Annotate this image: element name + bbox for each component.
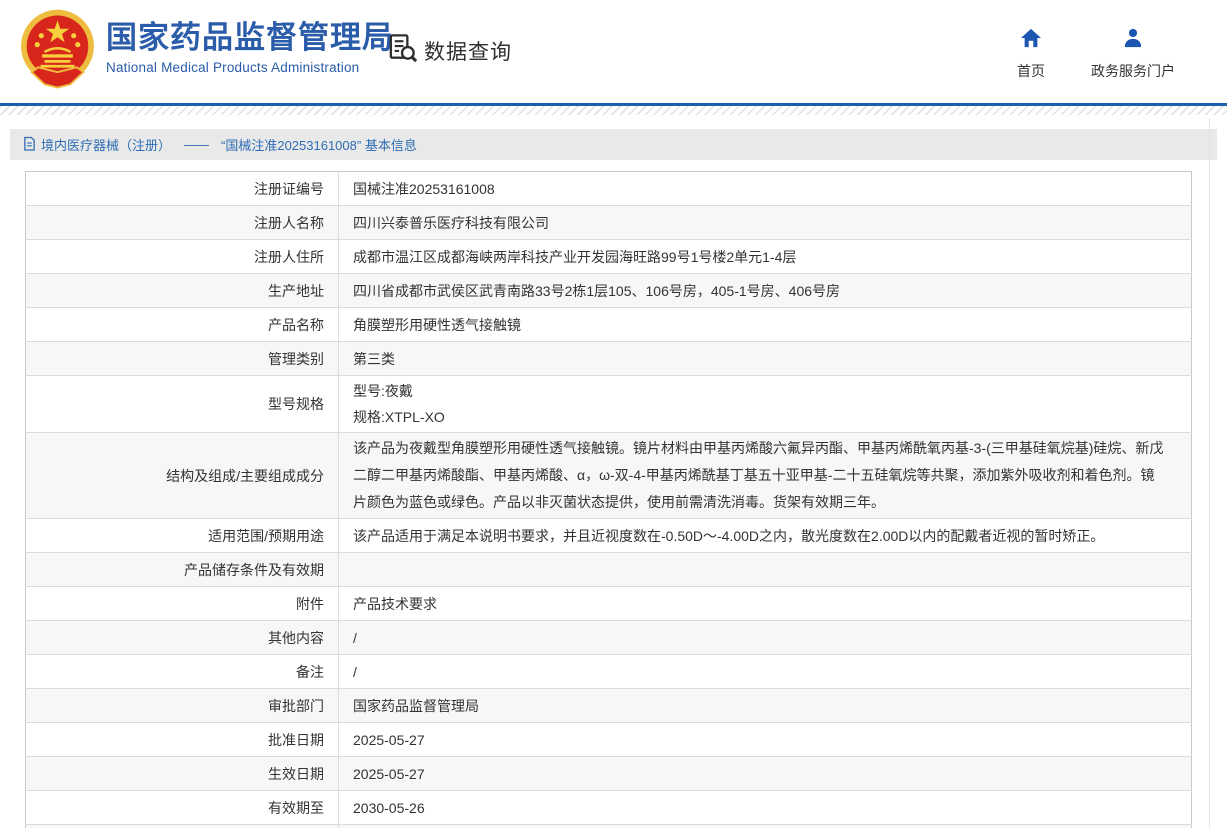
table-row: 注册人名称 四川兴泰普乐医疗科技有限公司 — [26, 206, 1192, 240]
table-row-partial — [26, 825, 1192, 828]
row-label: 批准日期 — [26, 723, 339, 757]
file-icon — [23, 136, 36, 154]
row-label: 附件 — [26, 587, 339, 621]
row-label: 有效期至 — [26, 791, 339, 825]
breadcrumb: 境内医疗器械（注册） —— “国械注准20253161008” 基本信息 — [10, 129, 1217, 160]
row-label: 产品名称 — [26, 308, 339, 342]
row-value: 四川省成都市武侯区武青南路33号2栋1层105、106号房，405-1号房、40… — [339, 274, 1192, 308]
row-label: 审批部门 — [26, 689, 339, 723]
site-title: 国家药品监督管理局 — [106, 21, 394, 55]
table-row: 产品名称 角膜塑形用硬性透气接触镜 — [26, 308, 1192, 342]
top-nav: 首页 政务服务门户 — [1017, 28, 1175, 81]
user-icon — [1122, 28, 1144, 53]
table-row: 备注 / — [26, 655, 1192, 689]
row-value: 国家药品监督管理局 — [339, 689, 1192, 723]
hatch-stripe — [0, 106, 1227, 115]
row-value: 该产品适用于满足本说明书要求，并且近视度数在-0.50D～-4.00D之内，散光… — [339, 519, 1192, 553]
table-row: 其他内容 / — [26, 621, 1192, 655]
row-label: 备注 — [26, 655, 339, 689]
row-value: 2025-05-27 — [339, 757, 1192, 791]
breadcrumb-category[interactable]: 境内医疗器械（注册） — [41, 135, 171, 154]
row-value: 国械注准20253161008 — [339, 172, 1192, 206]
row-label: 产品储存条件及有效期 — [26, 553, 339, 587]
breadcrumb-separator: —— — [184, 137, 208, 152]
row-value: 型号:夜戴 规格:XTPL-XO — [339, 376, 1192, 433]
table-row: 产品储存条件及有效期 — [26, 553, 1192, 587]
home-icon — [1020, 28, 1042, 53]
content-edge-line — [1209, 118, 1210, 828]
nav-service-portal[interactable]: 政务服务门户 — [1091, 28, 1175, 81]
row-value: 角膜塑形用硬性透气接触镜 — [339, 308, 1192, 342]
table-row: 管理类别 第三类 — [26, 342, 1192, 376]
document-search-icon — [386, 32, 419, 70]
row-value: 产品技术要求 — [339, 587, 1192, 621]
nav-home[interactable]: 首页 — [1017, 28, 1045, 81]
row-label: 生效日期 — [26, 757, 339, 791]
row-label: 注册人住所 — [26, 240, 339, 274]
row-label: 注册人名称 — [26, 206, 339, 240]
row-value: 2030-05-26 — [339, 791, 1192, 825]
site-title-block: 国家药品监督管理局 National Medical Products Admi… — [106, 21, 394, 75]
table-row: 注册证编号 国械注准20253161008 — [26, 172, 1192, 206]
registration-info-table: 注册证编号 国械注准20253161008 注册人名称 四川兴泰普乐医疗科技有限… — [25, 171, 1192, 828]
row-label: 管理类别 — [26, 342, 339, 376]
row-label: 生产地址 — [26, 274, 339, 308]
page-header: 国家药品监督管理局 National Medical Products Admi… — [0, 0, 1227, 103]
table-row: 审批部门 国家药品监督管理局 — [26, 689, 1192, 723]
row-value: 2025-05-27 — [339, 723, 1192, 757]
row-value — [339, 553, 1192, 587]
table-row: 生产地址 四川省成都市武侯区武青南路33号2栋1层105、106号房，405-1… — [26, 274, 1192, 308]
model-line: 型号:夜戴 — [353, 378, 1167, 404]
site-subtitle: National Medical Products Administration — [106, 60, 394, 75]
nav-home-label: 首页 — [1017, 61, 1045, 81]
table-row: 批准日期 2025-05-27 — [26, 723, 1192, 757]
nav-service-portal-label: 政务服务门户 — [1091, 61, 1175, 81]
breadcrumb-current: “国械注准20253161008” 基本信息 — [221, 135, 417, 154]
row-label: 型号规格 — [26, 376, 339, 433]
row-value: / — [339, 655, 1192, 689]
row-label — [26, 825, 339, 828]
row-label: 其他内容 — [26, 621, 339, 655]
row-value: 成都市温江区成都海峡两岸科技产业开发园海旺路99号1号楼2单元1-4层 — [339, 240, 1192, 274]
row-value: / — [339, 621, 1192, 655]
table-row: 有效期至 2030-05-26 — [26, 791, 1192, 825]
row-label: 结构及组成/主要组成成分 — [26, 433, 339, 519]
data-query-section[interactable]: 数据查询 — [386, 32, 512, 70]
data-query-label: 数据查询 — [424, 36, 512, 66]
table-row: 结构及组成/主要组成成分 该产品为夜戴型角膜塑形用硬性透气接触镜。镜片材料由甲基… — [26, 433, 1192, 519]
row-value: 该产品为夜戴型角膜塑形用硬性透气接触镜。镜片材料由甲基丙烯酸六氟异丙酯、甲基丙烯… — [339, 433, 1192, 519]
table-row: 适用范围/预期用途 该产品适用于满足本说明书要求，并且近视度数在-0.50D～-… — [26, 519, 1192, 553]
table-row: 注册人住所 成都市温江区成都海峡两岸科技产业开发园海旺路99号1号楼2单元1-4… — [26, 240, 1192, 274]
row-value: 四川兴泰普乐医疗科技有限公司 — [339, 206, 1192, 240]
spec-line: 规格:XTPL-XO — [353, 404, 1167, 430]
row-value — [339, 825, 1192, 828]
table-row: 附件 产品技术要求 — [26, 587, 1192, 621]
row-value: 第三类 — [339, 342, 1192, 376]
row-label: 适用范围/预期用途 — [26, 519, 339, 553]
national-emblem-icon — [17, 9, 98, 94]
row-label: 注册证编号 — [26, 172, 339, 206]
table-row: 生效日期 2025-05-27 — [26, 757, 1192, 791]
table-row: 型号规格 型号:夜戴 规格:XTPL-XO — [26, 376, 1192, 433]
